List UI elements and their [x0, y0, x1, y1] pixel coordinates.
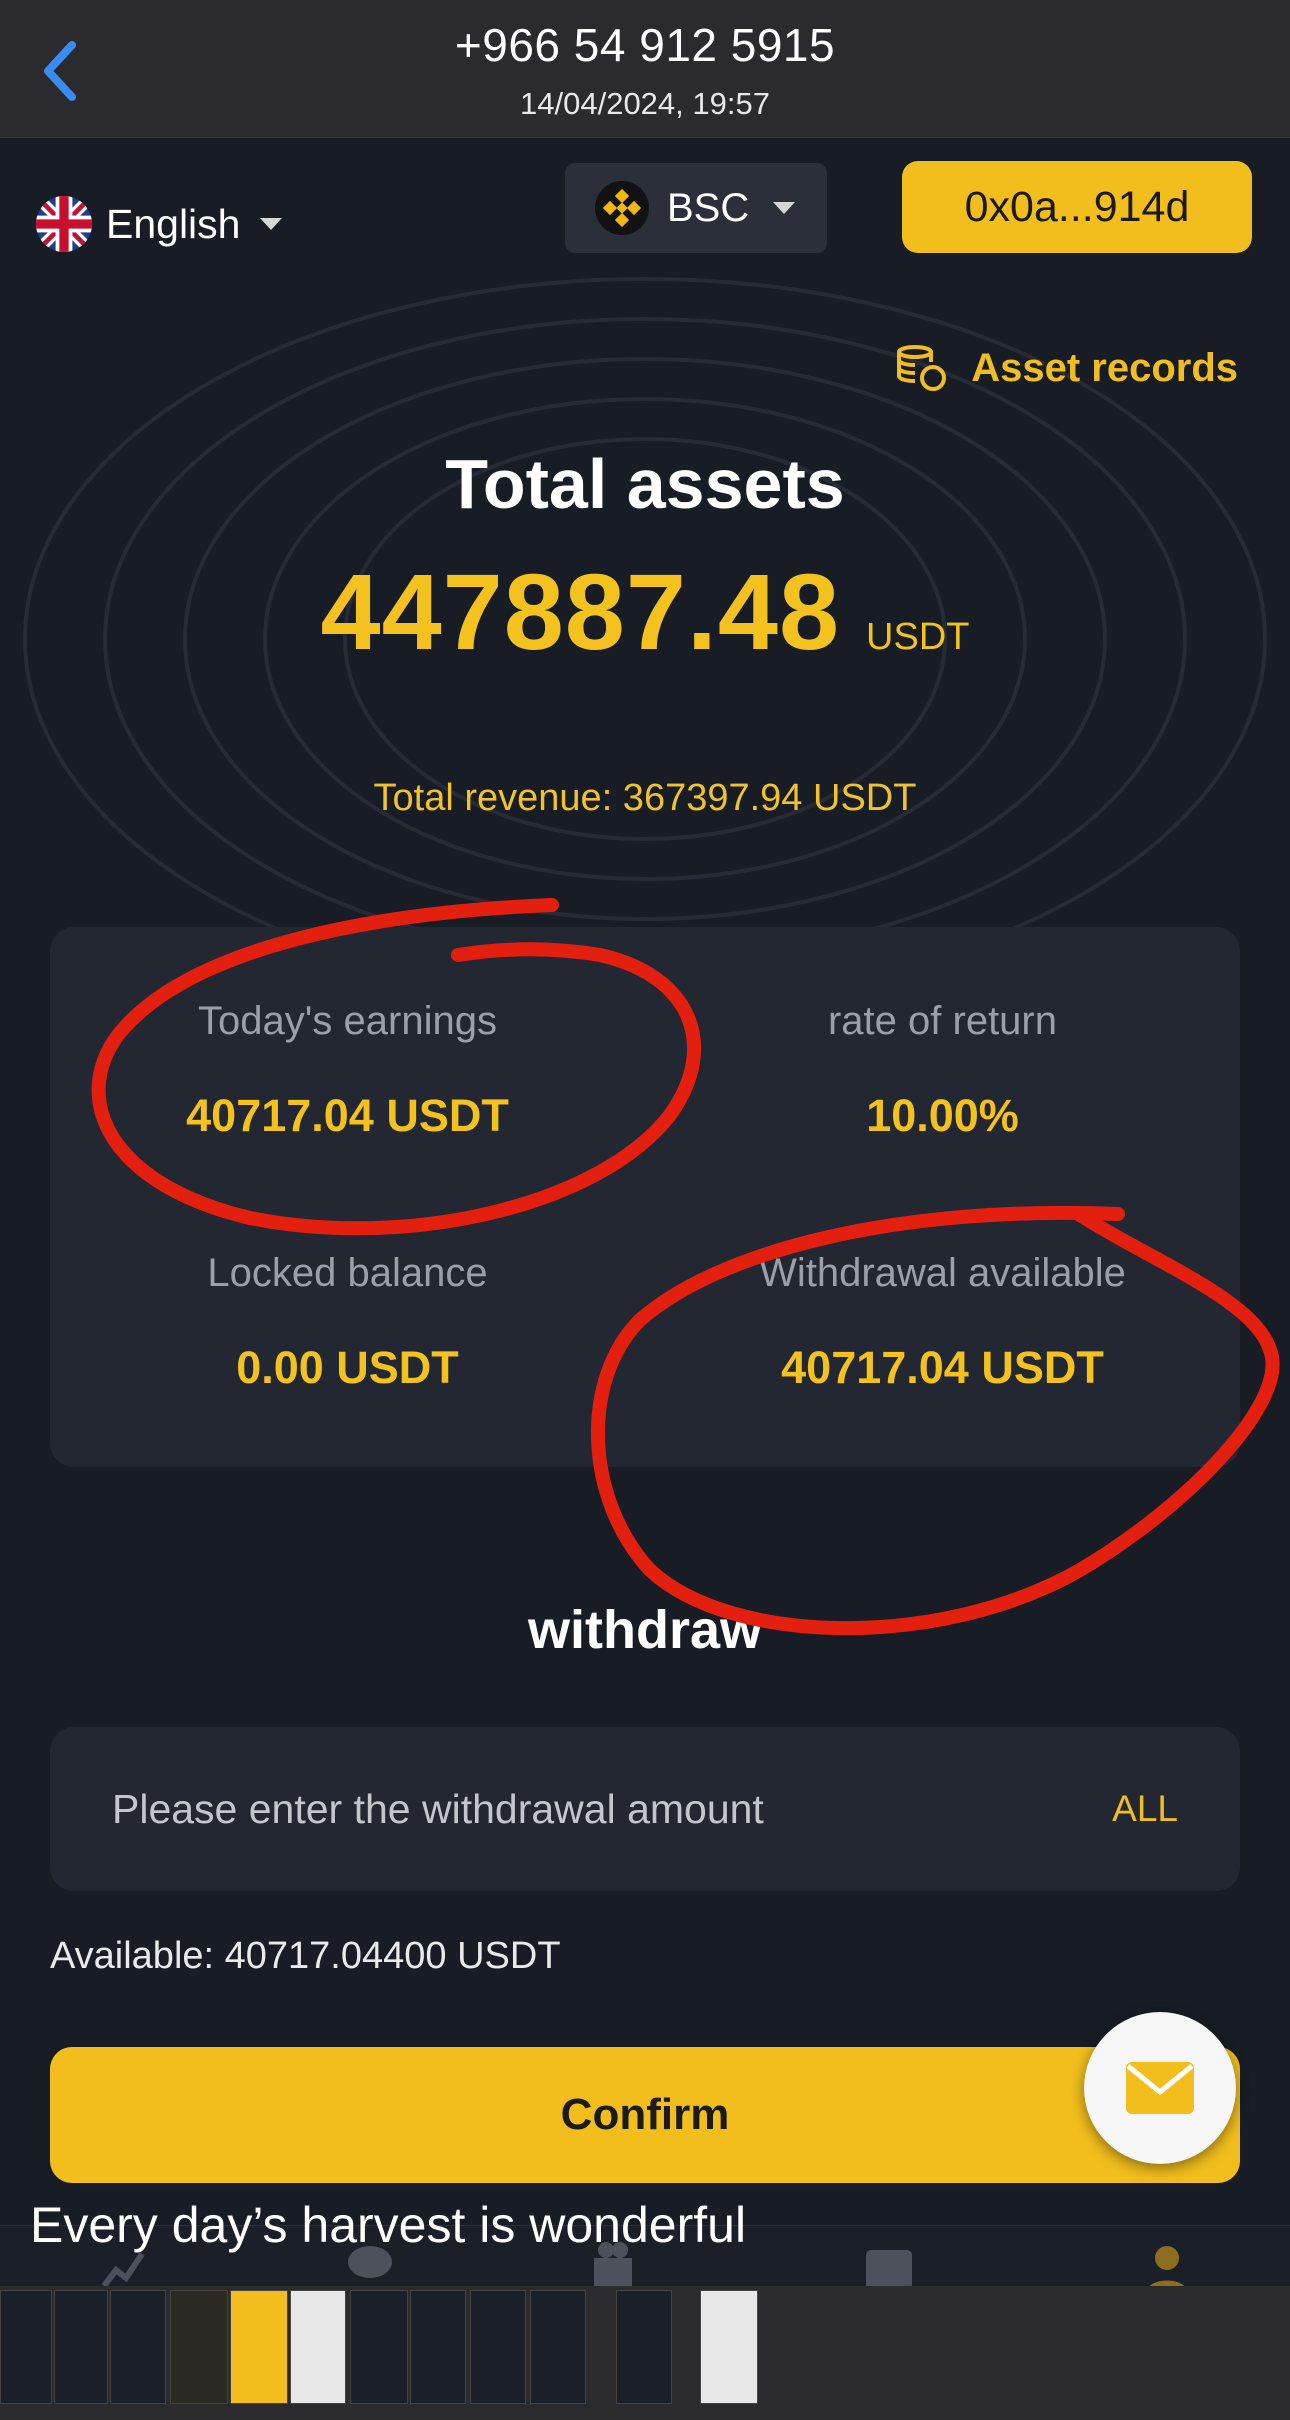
withdrawal-available-label: Withdrawal available	[759, 1251, 1126, 1295]
uk-flag-icon	[36, 196, 92, 252]
message-button[interactable]	[1084, 2012, 1236, 2164]
asset-records-link[interactable]: Asset records	[893, 344, 1238, 392]
thumbnail[interactable]	[110, 2290, 166, 2404]
chevron-down-icon	[260, 218, 283, 230]
contact-title: +966 54 912 5915	[454, 19, 836, 71]
total-assets-title: Total assets	[445, 445, 845, 523]
id-card-icon[interactable]	[864, 2236, 914, 2289]
thumbnail[interactable]	[290, 2290, 346, 2404]
wallet-app: English BSC 0x0a...914d Asset records To…	[0, 139, 1290, 2289]
rate-of-return-label: rate of return	[827, 999, 1057, 1043]
viewer-header: +966 54 912 5915 14/04/2024, 19:57	[0, 0, 1290, 138]
available-balance: Available: 40717.04400 USDT	[50, 1935, 561, 1977]
total-assets-amount: 447887.48 USDT	[0, 549, 1290, 674]
language-label: English	[106, 200, 241, 247]
network-selector[interactable]: BSC	[565, 163, 827, 253]
withdrawal-amount-box: ALL	[50, 1727, 1240, 1891]
thumbnail[interactable]	[350, 2290, 408, 2404]
thumbnail[interactable]	[170, 2290, 228, 2404]
coins-icon	[897, 345, 947, 391]
stats-card: Today's earnings 40717.04 USDT rate of r…	[50, 927, 1240, 1467]
mail-icon	[1126, 2062, 1194, 2114]
withdrawal-amount-input[interactable]	[112, 1727, 1012, 1891]
message-timestamp: 14/04/2024, 19:57	[520, 86, 770, 121]
thumbnail[interactable]	[470, 2290, 526, 2404]
total-revenue: Total revenue: 367397.94 USDT	[373, 777, 917, 819]
thumbnail-strip	[0, 2286, 1290, 2420]
language-selector[interactable]: English	[36, 179, 283, 269]
todays-earnings-label: Today's earnings	[198, 999, 497, 1043]
thumbnail[interactable]	[616, 2290, 672, 2404]
withdraw-title: withdraw	[527, 1600, 762, 1660]
locked-balance-label: Locked balance	[207, 1251, 488, 1295]
locked-balance-value: 0.00 USDT	[236, 1342, 459, 1393]
network-label: BSC	[667, 185, 750, 230]
image-caption: Every day’s harvest is wonderful	[30, 2197, 747, 2253]
total-assets-value: 447887.48	[320, 551, 841, 672]
wallet-address-button[interactable]: 0x0a...914d	[902, 161, 1252, 253]
chevron-down-icon	[773, 202, 796, 214]
all-button[interactable]: ALL	[1112, 1727, 1178, 1891]
thumbnail[interactable]	[0, 2290, 52, 2404]
bnb-icon	[595, 181, 649, 235]
thumbnail[interactable]	[230, 2290, 288, 2404]
total-assets-unit: USDT	[866, 616, 970, 658]
todays-earnings-value: 40717.04 USDT	[186, 1090, 509, 1141]
thumbnail[interactable]	[530, 2290, 586, 2404]
confirm-button[interactable]: Confirm	[50, 2047, 1240, 2183]
thumbnail[interactable]	[700, 2290, 758, 2404]
thumbnail[interactable]	[54, 2290, 108, 2404]
withdrawal-available-value: 40717.04 USDT	[781, 1342, 1104, 1393]
thumbnail[interactable]	[410, 2290, 466, 2404]
asset-records-label: Asset records	[971, 345, 1238, 390]
user-icon[interactable]	[1142, 2236, 1192, 2289]
rate-of-return-value: 10.00%	[866, 1090, 1019, 1141]
